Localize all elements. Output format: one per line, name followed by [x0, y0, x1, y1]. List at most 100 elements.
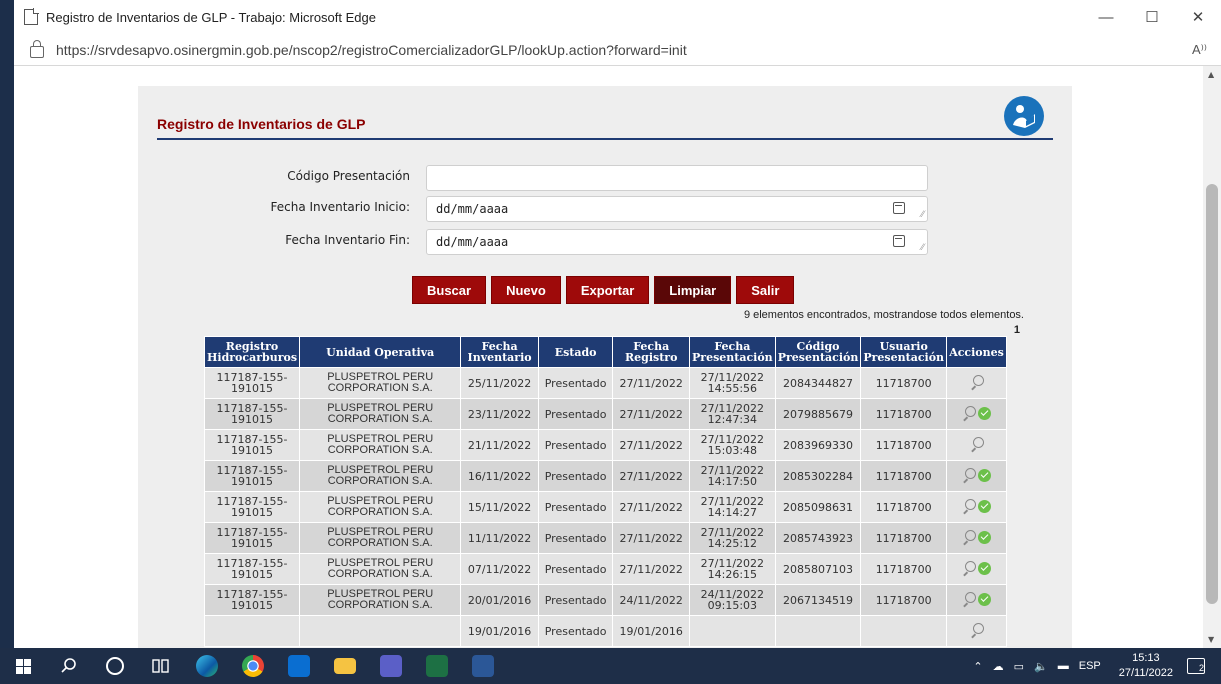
close-button[interactable]: ✕ — [1175, 0, 1221, 34]
word-icon[interactable] — [460, 648, 506, 684]
scroll-down-icon[interactable]: ▼ — [1208, 635, 1214, 644]
row-actions — [962, 592, 992, 606]
battery-icon[interactable]: ▬ — [1058, 660, 1069, 672]
read-aloud-icon[interactable]: A⁾⁾ — [1192, 42, 1207, 58]
calendar-icon[interactable] — [893, 202, 905, 214]
row-actions — [962, 530, 992, 544]
scroll-thumb[interactable] — [1206, 184, 1218, 604]
col-fecha-presentacion[interactable]: Fecha Presentación — [689, 336, 776, 368]
windows-icon — [15, 658, 31, 674]
file-explorer-icon[interactable] — [322, 648, 368, 684]
view-detail-icon[interactable] — [962, 406, 977, 420]
cell-fecha-registro: 24/11/2022 — [612, 584, 690, 616]
clock[interactable]: 15:13 27/11/2022 — [1119, 651, 1173, 681]
cell-unidad — [299, 615, 462, 647]
buscar-button[interactable]: Buscar — [412, 276, 487, 304]
page-number[interactable]: 1 — [1014, 324, 1020, 336]
vertical-scrollbar[interactable]: ▲ ▼ — [1203, 66, 1221, 648]
approve-check-icon[interactable] — [978, 468, 992, 482]
view-detail-icon[interactable] — [962, 530, 977, 544]
help-manual-icon[interactable] — [1004, 96, 1044, 136]
col-unidad[interactable]: Unidad Operativa — [299, 336, 462, 368]
onedrive-icon[interactable]: ☁ — [993, 660, 1004, 673]
col-estado[interactable]: Estado — [537, 336, 614, 368]
excel-icon[interactable] — [414, 648, 460, 684]
col-fecha-registro[interactable]: Fecha Registro — [612, 336, 690, 368]
view-detail-icon[interactable] — [962, 561, 977, 575]
calendar-icon[interactable] — [893, 235, 905, 247]
col-usuario-presentacion[interactable]: Usuario Presentación — [860, 336, 948, 368]
maximize-button[interactable]: ☐ — [1129, 0, 1175, 34]
resize-grip-icon[interactable]: ⁄⁄ — [921, 209, 924, 220]
cell-registro: 117187-155-191015 — [203, 398, 301, 430]
col-registro[interactable]: Registro Hidrocarburos — [203, 336, 301, 368]
cell-acciones — [946, 398, 1007, 430]
col-acciones: Acciones — [946, 336, 1007, 368]
view-detail-icon[interactable] — [962, 499, 977, 513]
fecha-inicio-input[interactable]: dd/mm/aaaa ⁄⁄ — [426, 196, 928, 222]
col-codigo-presentacion[interactable]: Código Presentación — [774, 336, 862, 368]
approve-check-icon[interactable] — [978, 406, 992, 420]
cell-fecha-presentacion: 24/11/2022 09:15:03 — [689, 584, 776, 616]
chrome-icon[interactable] — [230, 648, 276, 684]
cell-acciones — [946, 584, 1007, 616]
row-actions — [962, 499, 992, 513]
title-bar: Registro de Inventarios de GLP - Trabajo… — [14, 0, 1221, 34]
cell-usuario: 11718700 — [860, 491, 948, 523]
fecha-inicio-value: dd/mm/aaaa — [436, 202, 509, 216]
cell-estado: Presentado — [537, 398, 614, 430]
task-view-icon[interactable] — [138, 648, 184, 684]
action-buttons: Buscar Nuevo Exportar Limpiar Salir — [412, 276, 795, 304]
cortana-icon[interactable] — [92, 648, 138, 684]
table-row: 117187-155-191015 PLUSPETROL PERU CORPORA… — [203, 522, 1007, 554]
limpiar-button[interactable]: Limpiar — [654, 276, 732, 304]
resize-grip-icon[interactable]: ⁄⁄ — [921, 242, 924, 253]
cell-fecha-presentacion: 27/11/2022 14:17:50 — [689, 460, 776, 492]
cell-fecha-inventario: 16/11/2022 — [460, 460, 539, 492]
scroll-up-icon[interactable]: ▲ — [1208, 70, 1214, 79]
cell-codigo: 2079885679 — [774, 398, 862, 430]
table-row: 19/01/2016 Presentado 19/01/2016 — [203, 615, 1007, 647]
cell-fecha-inventario: 21/11/2022 — [460, 429, 539, 461]
approve-check-icon[interactable] — [978, 561, 992, 575]
salir-button[interactable]: Salir — [736, 276, 795, 304]
system-tray: ⌃ ☁ ▭ 🔈 ▬ ESP 15:13 27/11/2022 2 — [973, 648, 1221, 684]
view-detail-icon[interactable] — [962, 592, 977, 606]
url-text[interactable]: https://srvdesapvo.osinergmin.gob.pe/nsc… — [56, 42, 1192, 58]
view-detail-icon[interactable] — [970, 623, 984, 637]
col-fecha-inventario[interactable]: Fecha Inventario — [460, 336, 539, 368]
view-detail-icon[interactable] — [970, 375, 984, 389]
cell-fecha-registro: 19/01/2016 — [612, 615, 690, 647]
cell-fecha-registro: 27/11/2022 — [612, 522, 690, 554]
search-icon[interactable] — [46, 648, 92, 684]
outlook-icon[interactable] — [276, 648, 322, 684]
start-button[interactable] — [0, 648, 46, 684]
approve-check-icon[interactable] — [978, 499, 992, 513]
exportar-button[interactable]: Exportar — [565, 276, 650, 304]
view-detail-icon[interactable] — [962, 468, 977, 482]
teams-icon[interactable] — [368, 648, 414, 684]
codigo-input[interactable] — [426, 165, 928, 191]
cell-registro: 117187-155-191015 — [203, 491, 301, 523]
clock-date: 27/11/2022 — [1118, 667, 1173, 679]
volume-icon[interactable]: 🔈 — [1034, 660, 1048, 673]
approve-check-icon[interactable] — [978, 592, 992, 606]
view-detail-icon[interactable] — [970, 437, 984, 451]
cell-fecha-presentacion: 27/11/2022 15:03:48 — [689, 429, 776, 461]
language-indicator[interactable]: ESP — [1079, 660, 1101, 672]
notification-icon[interactable]: 2 — [1187, 658, 1205, 674]
cell-fecha-inventario: 25/11/2022 — [460, 367, 539, 399]
cell-estado: Presentado — [537, 553, 614, 585]
taskbar: ⌃ ☁ ▭ 🔈 ▬ ESP 15:13 27/11/2022 2 — [0, 648, 1221, 684]
minimize-button[interactable]: — — [1083, 0, 1129, 34]
approve-check-icon[interactable] — [978, 530, 992, 544]
cell-unidad: PLUSPETROL PERU CORPORATION S.A. — [299, 429, 462, 461]
lock-icon[interactable] — [30, 39, 44, 58]
address-bar: https://srvdesapvo.osinergmin.gob.pe/nsc… — [14, 34, 1221, 66]
chevron-up-icon[interactable]: ⌃ — [973, 660, 982, 673]
fecha-fin-input[interactable]: dd/mm/aaaa ⁄⁄ — [426, 229, 928, 255]
nuevo-button[interactable]: Nuevo — [491, 276, 561, 304]
cell-fecha-presentacion: 27/11/2022 14:14:27 — [689, 491, 776, 523]
network-icon[interactable]: ▭ — [1014, 660, 1024, 673]
edge-icon[interactable] — [184, 648, 230, 684]
